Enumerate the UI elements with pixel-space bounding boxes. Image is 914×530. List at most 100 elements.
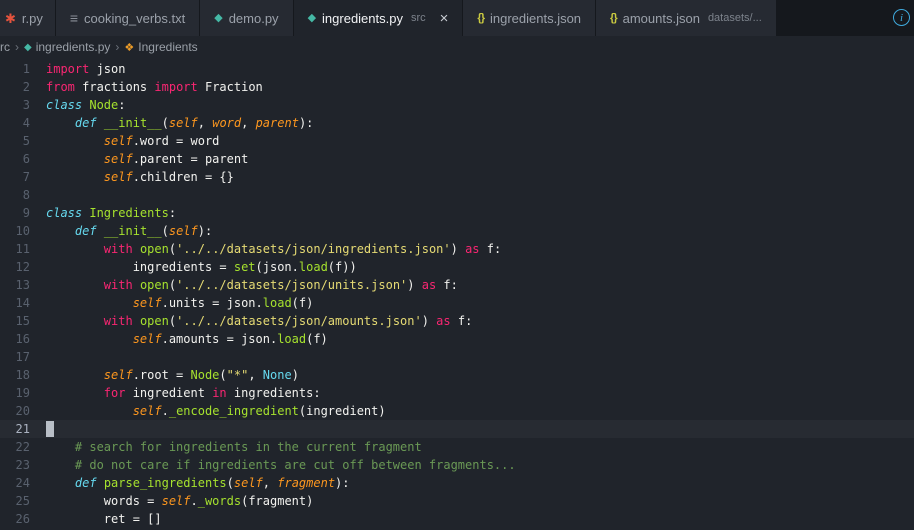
line-number: 16 bbox=[15, 332, 30, 346]
breadcrumb-separator: › bbox=[115, 40, 120, 54]
code-line-text bbox=[30, 348, 46, 366]
breadcrumb: src › ◆ ingredients.py › ❖ Ingredients bbox=[0, 36, 914, 58]
line-number: 15 bbox=[15, 314, 30, 328]
code-line[interactable]: 11 with open('../../datasets/json/ingred… bbox=[0, 240, 914, 258]
code-line[interactable]: 21 bbox=[0, 420, 914, 438]
json-icon: {} bbox=[477, 11, 485, 24]
code-line-text: class Node: bbox=[46, 98, 126, 112]
code-line[interactable]: 16 self.amounts = json.load(f) bbox=[0, 330, 914, 348]
code-line-text: with open('../../datasets/json/units.jso… bbox=[103, 278, 458, 292]
code-line-text: def __init__(self, word, parent): bbox=[74, 116, 314, 130]
code-line-text: self.parent = parent bbox=[103, 152, 249, 166]
code-line-text: self.amounts = json.load(f) bbox=[132, 332, 328, 346]
line-number: 10 bbox=[15, 224, 30, 238]
code-line[interactable]: 2 from fractions import Fraction bbox=[0, 78, 914, 96]
code-line[interactable]: 22 # search for ingredients in the curre… bbox=[0, 438, 914, 456]
tab-label: ingredients.json bbox=[489, 10, 582, 26]
code-line[interactable]: 7 self.children = {} bbox=[0, 168, 914, 186]
code-line[interactable]: 6 self.parent = parent bbox=[0, 150, 914, 168]
line-number: 11 bbox=[15, 242, 30, 256]
line-number: 5 bbox=[22, 134, 30, 148]
code-line-text: def parse_ingredients(self, fragment): bbox=[74, 476, 350, 490]
text-file-icon: ≡ bbox=[69, 10, 79, 26]
code-line[interactable]: 12 ingredients = set(json.load(f)) bbox=[0, 258, 914, 276]
code-line-text: import json bbox=[46, 62, 126, 76]
python-icon: ◆ bbox=[307, 11, 317, 24]
code-line-text: self._encode_ingredient(ingredient) bbox=[132, 404, 386, 418]
tab-label: cooking_verbs.txt bbox=[84, 10, 186, 26]
line-number: 20 bbox=[15, 404, 30, 418]
breadcrumb-item-file[interactable]: ingredients.py bbox=[36, 40, 111, 54]
code-line-text: self.units = json.load(f) bbox=[132, 296, 314, 310]
tab-label: demo.py bbox=[228, 10, 279, 26]
code-line[interactable]: 24 def parse_ingredients(self, fragment)… bbox=[0, 474, 914, 492]
line-number: 17 bbox=[15, 350, 30, 364]
code-line[interactable]: 25 words = self._words(fragment) bbox=[0, 492, 914, 510]
tab-ingredients-py[interactable]: ◆ ingredients.py src × bbox=[293, 0, 464, 36]
symbol-class-icon: ❖ bbox=[124, 41, 135, 54]
code-line[interactable]: 1 import json bbox=[0, 60, 914, 78]
tab-folder-hint: datasets/... bbox=[707, 12, 762, 24]
line-number: 7 bbox=[22, 170, 30, 184]
tab-label: ingredients.py bbox=[322, 10, 403, 26]
editor-tab-bar: ✱ r.py ≡ cooking_verbs.txt ◆ demo.py ◆ i… bbox=[0, 0, 914, 36]
breadcrumb-item-symbol[interactable]: Ingredients bbox=[138, 40, 197, 54]
line-number: 22 bbox=[15, 440, 30, 454]
code-line[interactable]: 8 bbox=[0, 186, 914, 204]
code-line[interactable]: 15 with open('../../datasets/json/amount… bbox=[0, 312, 914, 330]
code-line-text bbox=[30, 420, 54, 438]
code-line[interactable]: 5 self.word = word bbox=[0, 132, 914, 150]
code-line[interactable]: 10 def __init__(self): bbox=[0, 222, 914, 240]
line-number: 3 bbox=[22, 98, 30, 112]
line-number: 6 bbox=[22, 152, 30, 166]
line-number: 18 bbox=[15, 368, 30, 382]
tab-label: r.py bbox=[21, 10, 43, 26]
tab-amounts-json[interactable]: {} amounts.json datasets/... bbox=[596, 0, 777, 36]
code-line-text: # do not care if ingredients are cut off… bbox=[74, 458, 516, 472]
code-line[interactable]: 4 def __init__(self, word, parent): bbox=[0, 114, 914, 132]
tab-r-py[interactable]: ✱ r.py bbox=[0, 0, 56, 36]
code-line-text: ingredients = set(json.load(f)) bbox=[46, 260, 357, 274]
tab-demo-py[interactable]: ◆ demo.py bbox=[200, 0, 294, 36]
code-line-text: self.root = Node("*", None) bbox=[103, 368, 299, 382]
code-line-text: class Ingredients: bbox=[46, 206, 177, 220]
vscode-window: ✱ r.py ≡ cooking_verbs.txt ◆ demo.py ◆ i… bbox=[0, 0, 914, 530]
code-line[interactable]: 14 self.units = json.load(f) bbox=[0, 294, 914, 312]
code-line-text: self.word = word bbox=[103, 134, 220, 148]
code-line-text: # search for ingredients in the current … bbox=[74, 440, 422, 454]
line-number: 23 bbox=[15, 458, 30, 472]
editor-lines: 1 import json 2 from fractions import Fract… bbox=[0, 60, 914, 528]
line-number: 14 bbox=[15, 296, 30, 310]
code-line[interactable]: 9 class Ingredients: bbox=[0, 204, 914, 222]
line-number: 26 bbox=[15, 512, 30, 526]
info-icon[interactable]: i bbox=[893, 9, 910, 26]
code-line[interactable]: 20 self._encode_ingredient(ingredient) bbox=[0, 402, 914, 420]
line-number: 1 bbox=[22, 62, 30, 76]
code-line-text: ret = [] bbox=[46, 512, 162, 526]
file-icon: ✱ bbox=[5, 10, 16, 26]
tab-cooking-verbs-txt[interactable]: ≡ cooking_verbs.txt bbox=[55, 0, 201, 36]
code-line[interactable]: 17 bbox=[0, 348, 914, 366]
code-line-text: from fractions import Fraction bbox=[46, 80, 263, 94]
code-line[interactable]: 19 for ingredient in ingredients: bbox=[0, 384, 914, 402]
line-number: 9 bbox=[22, 206, 30, 220]
code-line[interactable]: 26 ret = [] bbox=[0, 510, 914, 528]
line-number: 2 bbox=[22, 80, 30, 94]
code-line[interactable]: 18 self.root = Node("*", None) bbox=[0, 366, 914, 384]
close-tab-icon[interactable]: × bbox=[440, 11, 449, 26]
line-number: 25 bbox=[15, 494, 30, 508]
line-number: 8 bbox=[22, 188, 30, 202]
code-line[interactable]: 3 class Node: bbox=[0, 96, 914, 114]
line-number: 13 bbox=[15, 278, 30, 292]
code-line-text bbox=[30, 186, 46, 204]
code-line[interactable]: 13 with open('../../datasets/json/units.… bbox=[0, 276, 914, 294]
breadcrumb-item-src[interactable]: src bbox=[0, 40, 10, 54]
tab-ingredients-json[interactable]: {} ingredients.json bbox=[463, 0, 597, 36]
code-line[interactable]: 23 # do not care if ingredients are cut … bbox=[0, 456, 914, 474]
line-number: 21 bbox=[15, 422, 30, 436]
text-cursor bbox=[46, 421, 54, 437]
line-number: 19 bbox=[15, 386, 30, 400]
code-editor[interactable]: 1 import json 2 from fractions import Fract… bbox=[0, 58, 914, 530]
code-line-text: self.children = {} bbox=[103, 170, 234, 184]
python-icon: ◆ bbox=[214, 11, 223, 24]
